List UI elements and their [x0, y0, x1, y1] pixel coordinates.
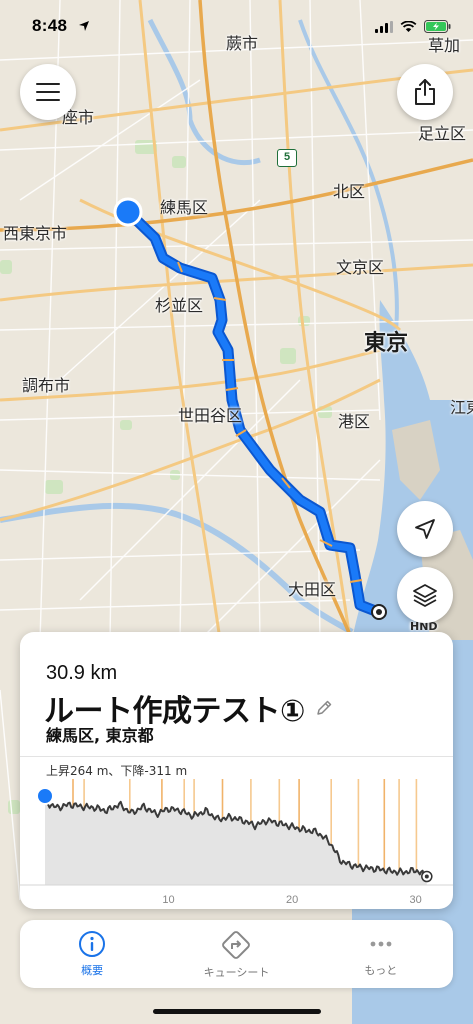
elevation-x-tick-label: 20 [286, 894, 298, 906]
elevation-x-tick-label: 10 [162, 894, 174, 906]
map-label-setagaya: 世田谷区 [178, 406, 243, 425]
map-label-suginami: 杉並区 [155, 296, 204, 315]
map-label-ota: 大田区 [288, 580, 337, 599]
status-time: 8:48 [32, 16, 68, 35]
location-services-icon [79, 21, 89, 31]
map-label-adachi: 足立区 [418, 124, 467, 143]
bottom-tab-bar: 概要 キューシート もっと [20, 920, 453, 988]
tab-overview[interactable]: 概要 [20, 920, 164, 988]
map-label-minato: 港区 [338, 412, 371, 431]
route-summary-card[interactable]: 30.9 km ルート作成テスト① 練馬区, 東京都 10 20 30 上昇264 … [20, 632, 453, 909]
elevation-area [45, 799, 427, 885]
wifi-icon [400, 20, 417, 32]
tab-more[interactable]: もっと [309, 920, 453, 988]
layers-icon [413, 584, 437, 607]
elevation-summary: 上昇264 m、下降-311 m [46, 764, 188, 778]
location-arrow-icon [415, 519, 435, 539]
map-label-koto: 江東 [450, 398, 473, 417]
menu-icon [36, 83, 60, 101]
elevation-x-ticks: 10 20 30 [162, 894, 421, 906]
locate-button[interactable] [397, 501, 453, 557]
map-label-nishitokyo: 西東京市 [3, 224, 68, 243]
tab-more-label: もっと [364, 964, 398, 977]
route-location: 練馬区, 東京都 [46, 726, 154, 745]
elevation-chart[interactable]: 10 20 30 [20, 757, 453, 909]
route-end-marker[interactable] [371, 604, 387, 620]
map-label-kita: 北区 [333, 182, 366, 201]
route-distance: 30.9 km [46, 662, 118, 684]
map-label-bunkyo: 文京区 [336, 258, 385, 277]
edit-pencil-icon[interactable] [315, 699, 333, 717]
elevation-x-tick-label: 30 [409, 894, 421, 906]
share-icon [415, 79, 435, 105]
share-button[interactable] [397, 64, 453, 120]
tab-cue-sheet-label: キューシート [203, 966, 270, 979]
route-start-marker[interactable] [113, 197, 143, 227]
more-dots-icon [370, 941, 392, 947]
status-indicators [375, 20, 451, 33]
layers-button[interactable] [397, 567, 453, 623]
route-shield: 5 [277, 149, 297, 167]
status-bar: 8:48 [0, 0, 473, 44]
home-indicator [153, 1009, 321, 1014]
battery-charging-icon [424, 20, 451, 33]
tab-overview-label: 概要 [81, 964, 104, 977]
elevation-end-marker [421, 870, 433, 883]
elevation-start-marker [36, 787, 54, 805]
tab-cue-sheet[interactable]: キューシート [164, 920, 308, 988]
elevation-grade-band [415, 779, 418, 885]
map-label-tokyo: 東京 [364, 331, 409, 356]
info-icon [79, 931, 106, 957]
menu-button[interactable] [20, 64, 76, 120]
map-label-nerima: 練馬区 [160, 198, 209, 217]
turn-sign-icon [222, 931, 251, 959]
cellular-signal-icon [375, 20, 393, 33]
map-label-chofu: 調布市 [22, 376, 71, 395]
